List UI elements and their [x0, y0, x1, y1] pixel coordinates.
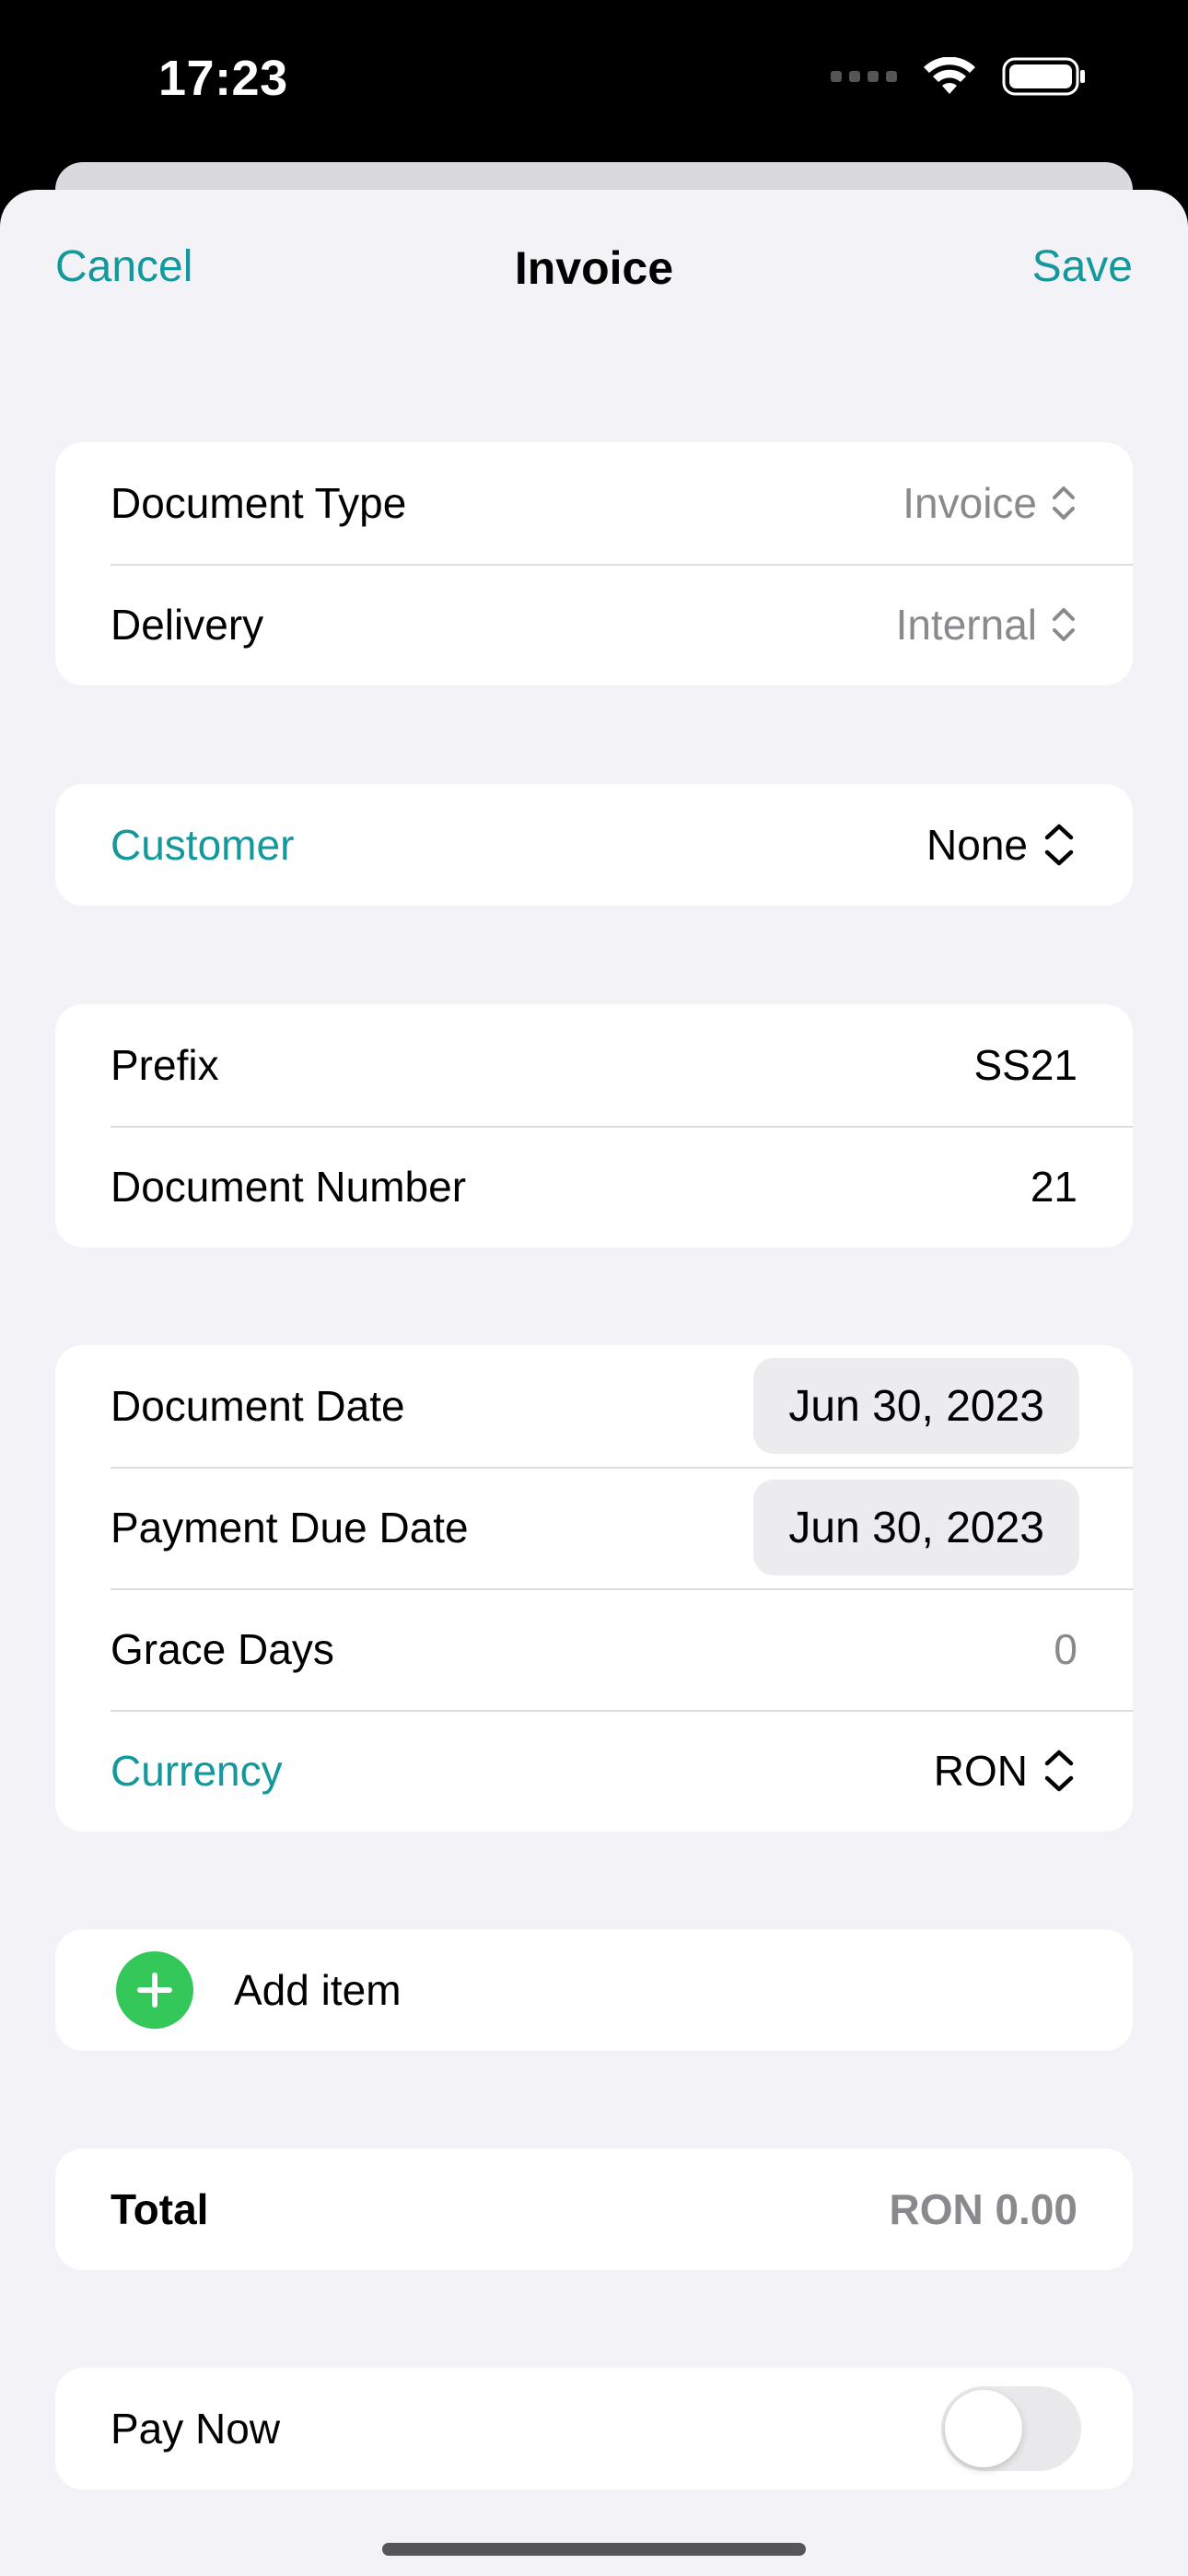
document-date-row: Document Date Jun 30, 2023 [55, 1345, 1133, 1467]
prefix-row[interactable]: Prefix SS21 [55, 1004, 1133, 1126]
pay-now-label: Pay Now [111, 2405, 281, 2453]
chevron-up-down-icon [1053, 608, 1075, 641]
add-item-button[interactable]: Add item [55, 1929, 1133, 2051]
numbering-group: Prefix SS21 Document Number 21 [55, 1004, 1133, 1247]
document-number-field[interactable]: 21 [1031, 1162, 1077, 1212]
document-type-picker[interactable]: Invoice [903, 478, 1077, 528]
document-type-label: Document Type [111, 479, 407, 527]
signal-icon [831, 71, 897, 82]
customer-group: Customer None [55, 784, 1133, 906]
document-number-label: Document Number [111, 1163, 467, 1211]
due-date-picker[interactable]: Jun 30, 2023 [753, 1480, 1079, 1575]
grace-days-row[interactable]: Grace Days 0 [55, 1588, 1133, 1710]
prefix-field[interactable]: SS21 [973, 1040, 1077, 1090]
document-date-label: Document Date [111, 1382, 405, 1430]
due-date-label: Payment Due Date [111, 1504, 469, 1551]
document-number-row[interactable]: Document Number 21 [55, 1126, 1133, 1247]
delivery-picker[interactable]: Internal [896, 600, 1077, 650]
chevron-up-down-icon [1044, 824, 1074, 866]
battery-icon [1002, 57, 1085, 96]
save-button[interactable]: Save [1032, 241, 1133, 292]
status-icons [831, 57, 1087, 96]
status-time: 17:23 [158, 51, 288, 106]
grace-days-field[interactable]: 0 [1054, 1624, 1077, 1674]
customer-row[interactable]: Customer None [55, 784, 1133, 906]
currency-label: Currency [111, 1747, 283, 1795]
document-date-picker[interactable]: Jun 30, 2023 [753, 1358, 1079, 1454]
document-group: Document Type Invoice Delivery Internal [55, 442, 1133, 685]
home-indicator[interactable] [382, 2543, 806, 2556]
currency-value: RON [933, 1747, 1028, 1795]
total-value: RON 0.00 [889, 2185, 1077, 2233]
items-group: Add item [55, 1929, 1133, 2051]
delivery-row[interactable]: Delivery Internal [55, 564, 1133, 685]
grace-days-label: Grace Days [111, 1625, 334, 1673]
chevron-up-down-icon [1044, 1750, 1074, 1792]
customer-label: Customer [111, 821, 295, 869]
plus-circle-icon [116, 1951, 193, 2029]
customer-value: None [926, 821, 1028, 869]
currency-row[interactable]: Currency RON [55, 1710, 1133, 1832]
wifi-icon [924, 57, 975, 94]
document-type-row[interactable]: Document Type Invoice [55, 442, 1133, 564]
navigation-bar: Cancel Invoice Save [0, 190, 1188, 346]
customer-picker[interactable]: None [926, 819, 1077, 871]
add-item-label: Add item [234, 1966, 402, 2014]
total-label: Total [111, 2185, 209, 2233]
currency-picker[interactable]: RON [934, 1745, 1077, 1797]
page-title: Invoice [514, 242, 674, 294]
dates-group: Document Date Jun 30, 2023 Payment Due D… [55, 1345, 1133, 1832]
status-bar: 17:23 [0, 0, 1188, 166]
total-row: Total RON 0.00 [55, 2149, 1133, 2270]
toggle-knob [945, 2390, 1022, 2467]
due-date-row: Payment Due Date Jun 30, 2023 [55, 1467, 1133, 1588]
payment-group: Pay Now [55, 2368, 1133, 2489]
delivery-label: Delivery [111, 601, 264, 649]
prefix-label: Prefix [111, 1041, 219, 1089]
total-group: Total RON 0.00 [55, 2149, 1133, 2270]
invoice-sheet: Cancel Invoice Save Document Type Invoic… [0, 190, 1188, 2576]
delivery-value: Internal [895, 601, 1037, 649]
pay-now-row: Pay Now [55, 2368, 1133, 2489]
document-type-value: Invoice [903, 479, 1037, 527]
pay-now-toggle[interactable] [941, 2386, 1081, 2471]
chevron-up-down-icon [1053, 486, 1075, 520]
